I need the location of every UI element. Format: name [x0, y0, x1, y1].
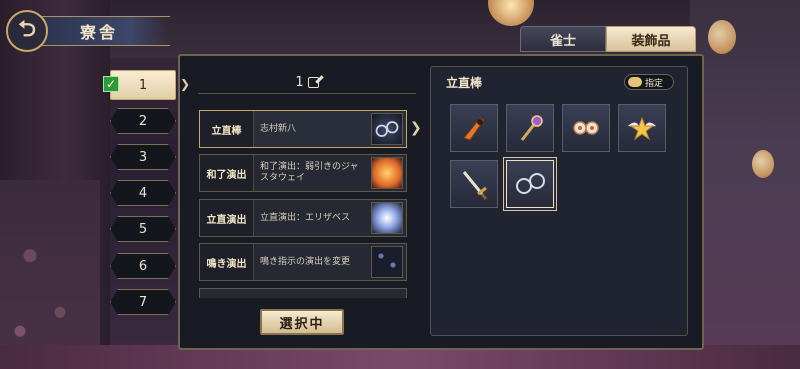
- category-call-effect[interactable]: 鳴き演出 鳴き指示の演出を変更: [199, 243, 407, 281]
- explosion-icon: [371, 157, 403, 189]
- stars-icon: [371, 246, 403, 278]
- slot-1[interactable]: 1: [110, 70, 176, 100]
- filter-toggle[interactable]: 指定: [624, 74, 674, 90]
- double-orb-icon[interactable]: [562, 104, 610, 152]
- purple-staff-icon[interactable]: [506, 104, 554, 152]
- winged-star-icon[interactable]: [618, 104, 666, 152]
- category-riichi-stick[interactable]: 立直棒 志村新八: [199, 110, 407, 148]
- category-win-effect[interactable]: 和了演出 和了演出：弱引きのジャスタウェイ: [199, 154, 407, 192]
- chevron-right-icon: ❯: [180, 77, 191, 91]
- category-value: 鳴き指示の演出を変更: [260, 256, 351, 267]
- slot-3[interactable]: 3: [110, 144, 176, 170]
- check-icon: ✓: [103, 76, 119, 92]
- slot-7[interactable]: 7: [110, 289, 176, 315]
- category-label: 和了演出: [200, 155, 254, 191]
- category-label: 立直棒: [200, 111, 254, 147]
- slot-6[interactable]: 6: [110, 253, 176, 279]
- slot-5[interactable]: 5: [110, 216, 176, 242]
- category-riichi-effect[interactable]: 立直演出 立直演出：エリザベス: [199, 199, 407, 237]
- back-button[interactable]: ⮌: [6, 10, 48, 52]
- toggle-label: 指定: [645, 78, 664, 89]
- golden-sword-icon[interactable]: [450, 160, 498, 208]
- inventory-title: 立直棒: [446, 76, 483, 90]
- category-value: 立直演出：エリザベス: [260, 212, 351, 223]
- back-arrow-icon: ⮌: [18, 17, 36, 42]
- toggle-knob: [628, 77, 642, 87]
- orange-blade-icon[interactable]: [450, 104, 498, 152]
- category-label: 立直演出: [200, 200, 254, 236]
- loadout-name-text: 1: [295, 75, 304, 90]
- background-right: [690, 0, 800, 369]
- category-row-partial: [199, 288, 407, 298]
- category-label: 鳴き演出: [200, 244, 254, 280]
- glasses-icon[interactable]: [506, 160, 554, 208]
- sparkle-icon: [371, 202, 403, 234]
- category-value: 和了演出：弱引きのジャスタウェイ: [260, 162, 359, 183]
- slot-4[interactable]: 4: [110, 180, 176, 206]
- edit-icon[interactable]: [307, 77, 319, 88]
- category-value: 志村新八: [260, 123, 297, 134]
- page-title: 寮舎: [40, 16, 170, 46]
- glasses-icon: [371, 113, 403, 145]
- background-left: [0, 0, 110, 369]
- chevron-right-icon: ❯: [410, 120, 422, 136]
- tab-jansi[interactable]: 雀士: [520, 26, 606, 52]
- loadout-name[interactable]: 1: [198, 72, 416, 94]
- tab-accessories[interactable]: 装飾品: [606, 26, 696, 52]
- slot-2[interactable]: 2: [110, 108, 176, 134]
- selected-button[interactable]: 選択中: [260, 309, 344, 335]
